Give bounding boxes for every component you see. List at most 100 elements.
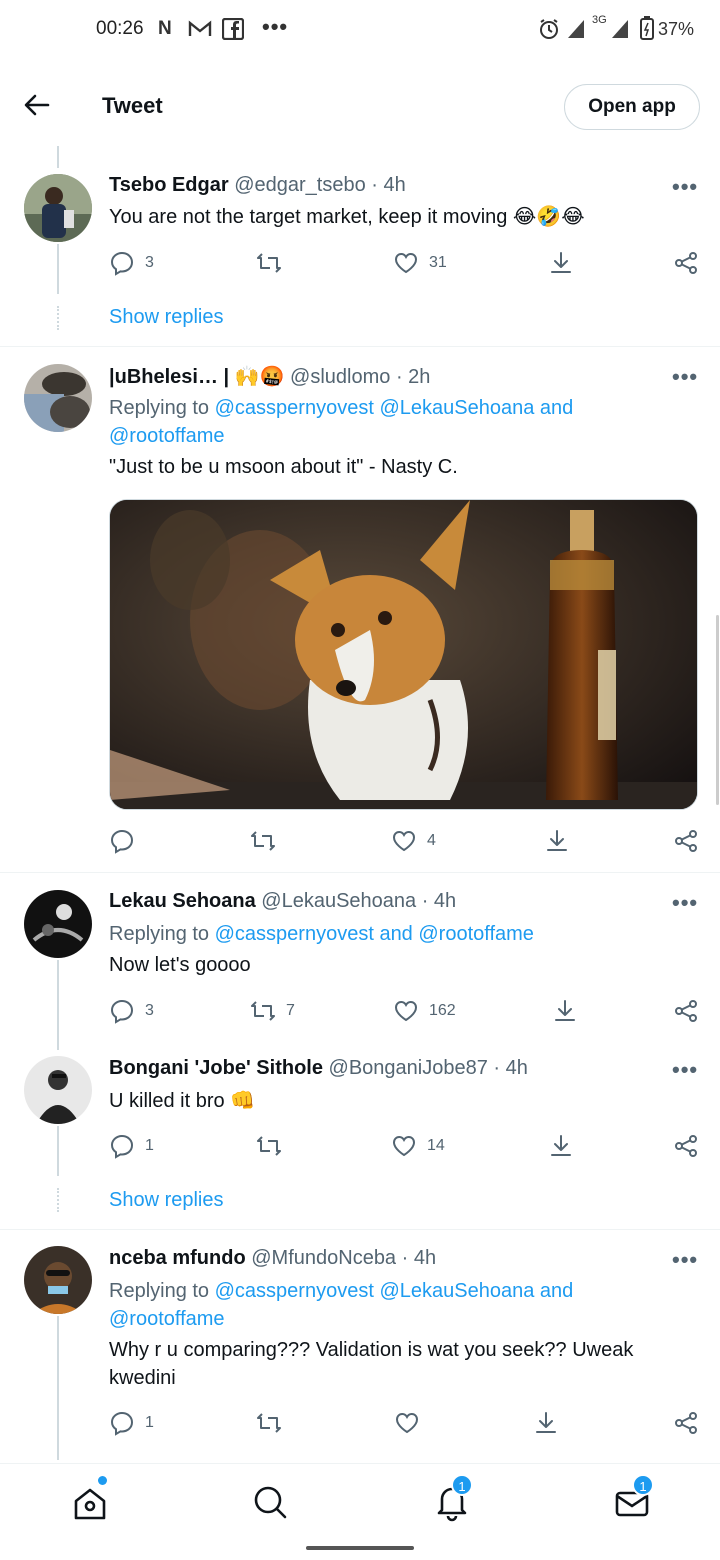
signal-icon <box>568 20 584 38</box>
heart-icon <box>392 830 416 852</box>
tweet-header: |uBhelesi… | 🙌🤬 @sludlomo · 2h <box>109 364 430 389</box>
like-count: 162 <box>429 1002 456 1019</box>
tweet-time: · 4h <box>401 1247 437 1269</box>
tweet-image[interactable] <box>109 499 698 810</box>
back-arrow-icon[interactable] <box>20 88 54 122</box>
reply-button[interactable]: 3 <box>109 996 154 1026</box>
tweet-header: nceba mfundo @MfundoNceba · 4h <box>109 1247 436 1270</box>
status-bar: 00:26 N ••• 3G 37% <box>0 0 720 60</box>
tweet-text: U killed it bro 👊 <box>109 1090 256 1112</box>
facebook-icon <box>222 18 244 40</box>
tweet-actions: 3 31 <box>109 248 699 278</box>
retweet-button[interactable]: 7 <box>250 996 295 1026</box>
like-button[interactable]: 4 <box>391 826 436 856</box>
like-button[interactable]: 162 <box>393 996 456 1026</box>
share-button[interactable] <box>673 248 699 278</box>
more-options-icon[interactable]: ••• <box>672 364 698 390</box>
reply-button[interactable] <box>109 826 145 856</box>
share-icon <box>675 1135 697 1157</box>
reply-icon <box>110 829 134 854</box>
replying-to-label: Replying to <box>109 923 210 945</box>
like-count: 4 <box>427 832 436 849</box>
avatar[interactable] <box>24 174 92 242</box>
share-button[interactable] <box>673 1131 699 1161</box>
more-options-icon[interactable]: ••• <box>672 1057 698 1083</box>
tweet-time: · 4h <box>421 890 457 912</box>
heart-icon <box>395 1412 419 1434</box>
more-options-icon[interactable]: ••• <box>672 1247 698 1273</box>
show-replies-link[interactable]: Show replies <box>109 1189 224 1212</box>
like-button[interactable] <box>394 1408 430 1438</box>
download-button[interactable] <box>544 826 570 856</box>
author-name[interactable]: Tsebo Edgar <box>109 174 229 196</box>
retweet-icon <box>251 831 275 851</box>
download-button[interactable] <box>548 1131 574 1161</box>
page-title: Tweet <box>102 93 163 118</box>
author-handle[interactable]: @BonganiJobe87 <box>329 1057 488 1079</box>
alarm-icon <box>540 19 558 39</box>
open-app-button[interactable]: Open app <box>564 84 700 130</box>
author-name[interactable]: Bongani 'Jobe' Sithole <box>109 1057 323 1079</box>
author-name[interactable]: |uBhelesi… | 🙌🤬 <box>109 366 284 388</box>
thread-line <box>57 1126 59 1176</box>
scrollbar[interactable] <box>716 615 719 805</box>
more-notifications-icon: ••• <box>262 14 289 39</box>
share-icon <box>675 1000 697 1022</box>
share-icon <box>675 252 697 274</box>
tweet-actions: 1 <box>109 1408 699 1438</box>
author-name[interactable]: Lekau Sehoana <box>109 890 256 912</box>
author-handle[interactable]: @MfundoNceba <box>251 1247 396 1269</box>
download-icon <box>547 830 567 851</box>
divider <box>0 346 720 347</box>
like-count: 31 <box>429 254 447 271</box>
show-replies-link[interactable]: Show replies <box>109 306 224 329</box>
retweet-icon <box>257 253 281 273</box>
messages-badge: 1 <box>632 1474 654 1496</box>
download-button[interactable] <box>552 996 578 1026</box>
reply-button[interactable]: 1 <box>109 1408 154 1438</box>
more-options-icon[interactable]: ••• <box>672 174 698 200</box>
app-notification-icon: N <box>158 18 172 39</box>
author-handle[interactable]: @LekauSehoana <box>261 890 416 912</box>
reply-button[interactable]: 3 <box>109 248 154 278</box>
download-button[interactable] <box>548 248 574 278</box>
notifications-badge: 1 <box>451 1474 473 1496</box>
search-icon[interactable] <box>250 1482 290 1522</box>
reply-count: 3 <box>145 254 154 271</box>
home-icon[interactable] <box>70 1484 110 1524</box>
download-icon <box>551 252 571 273</box>
heart-icon <box>394 1000 418 1022</box>
retweet-button[interactable] <box>256 248 292 278</box>
replying-to-mentions[interactable]: @casspernyovest and @rootoffame <box>215 923 534 945</box>
download-button[interactable] <box>533 1408 559 1438</box>
author-name[interactable]: nceba mfundo <box>109 1247 246 1269</box>
reply-button[interactable]: 1 <box>109 1131 154 1161</box>
avatar[interactable] <box>24 890 92 958</box>
tweet-time: · 4h <box>493 1057 528 1079</box>
more-options-icon[interactable]: ••• <box>672 890 698 916</box>
like-button[interactable]: 31 <box>393 248 447 278</box>
retweet-button[interactable] <box>250 826 286 856</box>
avatar[interactable] <box>24 364 92 432</box>
network-type: 3G <box>592 14 607 26</box>
avatar[interactable] <box>24 1246 92 1314</box>
share-button[interactable] <box>673 996 699 1026</box>
home-unread-dot <box>98 1476 107 1485</box>
like-button[interactable]: 14 <box>391 1131 445 1161</box>
retweet-button[interactable] <box>256 1131 292 1161</box>
gesture-bar[interactable] <box>306 1546 414 1550</box>
tweet-header: Lekau Sehoana @LekauSehoana · 4h <box>109 890 456 913</box>
battery-level: 37% <box>658 19 695 39</box>
tweet-text: You are not the target market, keep it m… <box>109 206 585 228</box>
reply-icon <box>110 999 134 1024</box>
share-button[interactable] <box>673 826 699 856</box>
author-handle[interactable]: @edgar_tsebo <box>234 174 366 196</box>
dog-bottle-photo <box>110 500 697 809</box>
replying-to: Replying to @casspernyovest and @rootoff… <box>109 920 669 948</box>
tweet-actions: 3 7 162 <box>109 996 699 1026</box>
avatar[interactable] <box>24 1056 92 1124</box>
retweet-icon <box>251 1001 275 1021</box>
retweet-button[interactable] <box>256 1408 292 1438</box>
share-button[interactable] <box>673 1408 699 1438</box>
author-handle[interactable]: @sludlomo <box>290 366 390 388</box>
